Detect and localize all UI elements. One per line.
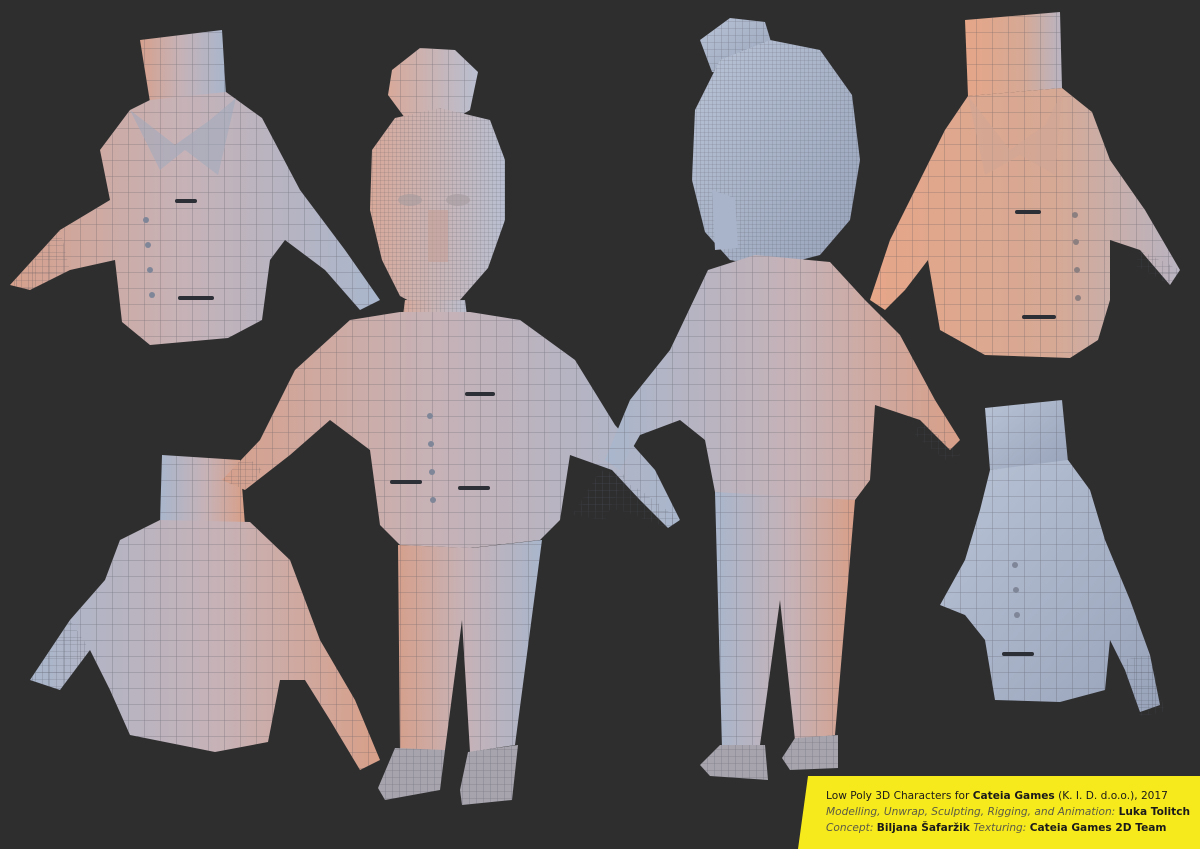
credits-modelling-role: Modelling, Unwrap, Sculpting, Rigging, a… bbox=[826, 806, 1119, 818]
credits-line-2: Modelling, Unwrap, Sculpting, Rigging, a… bbox=[826, 804, 1190, 820]
torso-side-right-model bbox=[940, 400, 1165, 716]
credits-studio-name: Cateia Games bbox=[972, 790, 1055, 802]
torso-front-right-model bbox=[870, 12, 1180, 358]
credits-line-1: Low Poly 3D Characters for Cateia Games … bbox=[826, 788, 1186, 804]
credits-concept-name: Biljana Šafaržik bbox=[876, 822, 970, 834]
credits-modelling-name: Luka Tolitch bbox=[1118, 806, 1191, 818]
credits-concept-role: Concept: bbox=[826, 822, 877, 834]
torso-back-left-model bbox=[30, 455, 380, 770]
character-front-model bbox=[222, 48, 680, 805]
credits-banner: Low Poly 3D Characters for Cateia Games … bbox=[798, 776, 1200, 849]
credits-texturing-name: Cateia Games 2D Team bbox=[1029, 822, 1167, 834]
credits-line-3: Concept: Biljana Šafaržik Texturing: Cat… bbox=[826, 820, 1186, 836]
character-back-model bbox=[572, 18, 960, 780]
credits-title-prefix: Low Poly 3D Characters for bbox=[826, 790, 973, 802]
torso-front-left-model bbox=[10, 30, 380, 345]
character-render-scene bbox=[10, 12, 1180, 805]
credits-texturing-role: Texturing: bbox=[969, 822, 1030, 834]
credits-title-suffix: (K. I. D. d.o.o.), 2017 bbox=[1054, 790, 1168, 802]
